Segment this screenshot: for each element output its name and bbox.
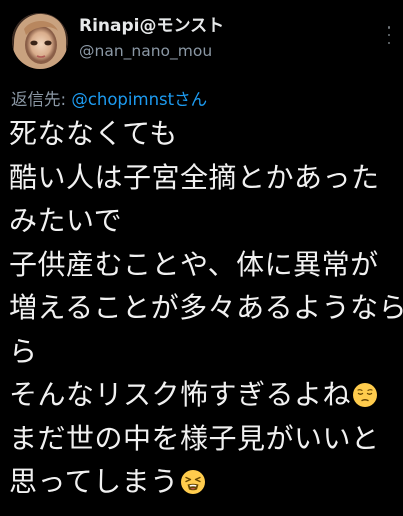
avatar[interactable] — [12, 13, 68, 69]
more-dot — [387, 33, 391, 37]
tweet-text-segment: 死ななくても — [9, 117, 178, 150]
tweet: Rinapi@モンスト @nan_nano_mou 返信先: @chopimns… — [0, 0, 403, 516]
tweet-text-segment: そんなリスク怖すぎるよね — [9, 378, 352, 411]
tweet-text-segment: みたいで — [9, 204, 123, 237]
tweet-text-line: ら — [9, 330, 403, 374]
tweet-text-line: 増えることが多々あるようなら — [9, 286, 403, 330]
tweet-text-line: まだ世の中を様子見がいいと — [9, 417, 403, 461]
tweet-text-line: 思ってしまう — [9, 460, 403, 504]
avatar-image — [12, 13, 68, 69]
tired-face-emoji — [180, 469, 206, 495]
tweet-text-line: みたいで — [9, 199, 403, 243]
tweet-text-segment: ら — [9, 334, 38, 368]
tweet-text-segment: 思ってしまう — [9, 465, 179, 498]
display-name[interactable]: Rinapi@モンスト — [79, 14, 224, 38]
user-info: Rinapi@モンスト @nan_nano_mou — [79, 14, 224, 62]
tweet-text-line: 酷い人は子宮全摘とかあった — [9, 156, 403, 200]
tweet-text-line: そんなリスク怖すぎるよね — [9, 373, 403, 417]
tweet-text-segment: 酷い人は子宮全摘とかあった — [9, 160, 380, 194]
tweet-text: 死ななくても 酷い人は子宮全摘とかあった みたいで 子供産むことや、体に異常が … — [9, 112, 403, 504]
reply-prefix: 返信先: — [11, 90, 72, 109]
tweet-text-segment: まだ世の中を様子見がいいと — [9, 421, 380, 455]
tweet-text-segment: 子供産むことや、体に異常が — [9, 247, 379, 281]
tweet-text-line: 死ななくても — [9, 112, 403, 156]
tweet-text-segment: 増えることが多々あるようなら — [9, 291, 403, 324]
user-handle[interactable]: @nan_nano_mou — [79, 40, 224, 62]
more-dot — [387, 26, 391, 29]
tweet-text-line: 子供産むことや、体に異常が — [9, 243, 403, 287]
replying-to: 返信先: @chopimnstさん — [11, 88, 207, 112]
more-dot — [387, 41, 391, 44]
pensive-face-emoji — [352, 382, 378, 408]
more-options-icon[interactable] — [381, 26, 397, 44]
reply-target-link[interactable]: @chopimnstさん — [71, 90, 207, 109]
